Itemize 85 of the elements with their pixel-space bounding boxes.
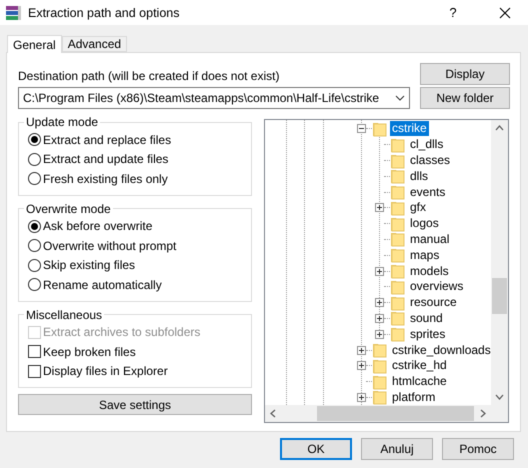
tab[interactable]: General [7,35,62,53]
save-settings-button[interactable]: Save settings [18,394,252,415]
expand-icon[interactable] [375,266,384,276]
radio-button[interactable] [28,133,41,146]
radio-button[interactable] [28,258,41,272]
option-label[interactable]: Ask before overwrite [43,219,152,234]
radio-button[interactable] [28,172,41,186]
option-label[interactable]: Fresh existing files only [43,172,168,186]
folder-icon [390,278,406,295]
folder-name[interactable]: events [408,184,448,200]
checkbox[interactable] [28,364,41,378]
folder-name[interactable]: maps [408,248,442,263]
dialog-button[interactable]: Pomoc [442,438,514,460]
expand-icon[interactable] [357,346,366,355]
expand-icon[interactable] [375,330,384,339]
option-label[interactable]: Keep broken files [43,344,136,359]
books-icon [5,4,22,20]
folder-icon [390,263,406,280]
folder-icon [372,389,388,405]
close-icon [499,6,511,18]
folder-icon [390,184,406,200]
folder-icon [372,374,388,390]
group-title: Overwrite mode [25,202,112,216]
horizontal-scrollbar[interactable] [265,405,491,422]
scroll-thumb[interactable] [492,278,507,314]
folder-name[interactable]: manual [408,232,452,247]
folder-icon [390,326,406,342]
folder-icon [390,152,406,168]
folder-name[interactable]: gfx [408,200,428,216]
folder-name[interactable]: platform [390,390,438,405]
destination-path-field[interactable]: C:\Program Files (x86)\Steam\steamapps\common\Half-Life\cstrike [18,87,410,109]
folder-icon [390,294,406,311]
folder-name[interactable]: resource [408,295,459,310]
radio-button[interactable] [28,239,41,252]
folder-name[interactable]: cl_dlls [408,137,446,152]
radio-button[interactable] [28,220,41,233]
folder-name[interactable]: overviews [408,279,466,294]
folder-name[interactable]: classes [408,152,452,168]
group-title: Miscellaneous [25,308,104,322]
collapse-icon[interactable] [357,124,366,134]
dialog-button[interactable]: Anuluj [361,438,433,460]
help-button[interactable]: ? [430,0,476,25]
folder-name[interactable]: cstrike_downloads [390,342,491,358]
folder-name[interactable]: dlls [408,168,430,184]
tab[interactable]: Advanced [62,36,128,52]
folder-name[interactable]: cstrike [390,121,429,136]
folder-icon [372,358,388,374]
folder-name[interactable]: sound [408,310,445,326]
option-label[interactable]: Display files in Explorer [43,364,168,378]
folder-icon [390,247,406,264]
window-title: Extraction path and options [28,6,180,20]
folder-icon [390,200,406,216]
expand-icon[interactable] [375,298,384,308]
folder-icon [372,120,388,137]
side-button[interactable]: New folder [420,87,510,109]
option-label[interactable]: Overwrite without prompt [43,238,176,253]
option-label[interactable]: Skip existing files [43,258,136,272]
option-label[interactable]: Extract and update files [43,152,168,166]
folder-icon [390,310,406,326]
destination-label: Destination path (will be created if does not exist) [18,69,280,83]
scroll-thumb[interactable] [317,406,474,421]
folder-icon [390,231,406,248]
folder-name[interactable]: sprites [408,326,448,342]
radio-button[interactable] [28,152,41,166]
option-label[interactable]: Rename automatically [43,278,162,292]
group-title: Update mode [25,115,100,129]
folder-name[interactable]: htmlcache [390,374,449,390]
folder-name[interactable]: models [408,264,451,279]
radio-button[interactable] [28,278,41,292]
folder-icon [390,136,406,153]
folder-icon [372,342,388,358]
dialog-button[interactable]: OK [280,438,352,460]
folder-name[interactable]: logos [408,216,441,232]
dropdown-icon [395,95,405,101]
folder-name[interactable]: cstrike_hd [390,358,449,374]
expand-icon[interactable] [375,314,384,323]
expand-icon[interactable] [375,203,384,212]
vertical-scrollbar[interactable] [491,120,508,405]
expand-icon[interactable] [357,361,366,370]
folder-icon [390,216,406,232]
folder-icon [390,168,406,184]
checkbox[interactable] [28,345,41,358]
side-button[interactable]: Display [420,63,510,85]
expand-icon[interactable] [357,392,366,402]
option-label[interactable]: Extract and replace files [43,132,172,147]
